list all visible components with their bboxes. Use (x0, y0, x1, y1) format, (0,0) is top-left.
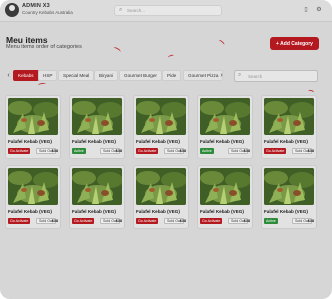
menu-item-card[interactable]: Falafel Kebab (VEG) Go Activate Sold Out $3… (133, 165, 189, 229)
menu-item-card[interactable]: Falafel Kebab (VEG) Active Sold Out $38 (69, 95, 125, 159)
menu-item-title: Falafel Kebab (VEG) (72, 209, 116, 214)
menu-item-image (72, 98, 122, 135)
activate-button[interactable]: Go Activate (136, 148, 159, 154)
menu-item-title: Falafel Kebab (VEG) (72, 139, 116, 144)
tab-gourmet-burger[interactable]: Gourmet Burger (119, 70, 162, 81)
tab-biryani[interactable]: Biryani (94, 70, 119, 81)
search-icon: ⌕ (238, 72, 242, 78)
app-frame: ADMIN X3 Country Kebabs Australia ⌕ Sear… (0, 0, 332, 299)
gear-icon[interactable]: ⚙ (315, 6, 323, 14)
menu-item-title: Falafel Kebab (VEG) (8, 139, 52, 144)
decorative-dash (217, 39, 226, 46)
menu-item-price: $38 (115, 149, 122, 153)
menu-item-card[interactable]: Falafel Kebab (VEG) Go Activate Sold Out $3… (5, 95, 61, 159)
activate-button[interactable]: Go Activate (8, 218, 31, 224)
menu-item-price: $38 (51, 219, 58, 223)
menu-item-image (200, 168, 250, 205)
menu-item-title: Falafel Kebab (VEG) (136, 139, 180, 144)
activate-button[interactable]: Go Activate (264, 148, 287, 154)
menu-item-price: $38 (307, 219, 314, 223)
menu-item-price: $38 (115, 219, 122, 223)
menu-item-card[interactable]: Falafel Kebab (VEG) Active Sold Out $38 (197, 95, 253, 159)
menu-item-price: $38 (307, 149, 314, 153)
active-status-button[interactable]: Active (264, 218, 278, 224)
decorative-dash (167, 54, 175, 59)
menu-item-card[interactable]: Falafel Kebab (VEG) Go Activate Sold Out $3… (69, 165, 125, 229)
page-subtitle: Menu items order of categories (6, 44, 82, 50)
search-placeholder: Search (248, 73, 263, 79)
activate-button[interactable]: Go Activate (72, 218, 95, 224)
add-category-button[interactable]: + Add Category (270, 37, 319, 50)
decorative-dash (112, 46, 122, 54)
menu-item-price: $38 (51, 149, 58, 153)
menu-item-title: Falafel Kebab (VEG) (264, 139, 308, 144)
menu-item-card[interactable]: Falafel Kebab (VEG) Go Activate Sold Out $3… (261, 95, 317, 159)
menu-item-image (200, 98, 250, 135)
top-search-input[interactable]: ⌕ Search... (114, 5, 222, 16)
active-status-button[interactable]: Active (72, 148, 86, 154)
menu-item-card[interactable]: Falafel Kebab (VEG) Go Activate Sold Out $3… (197, 165, 253, 229)
brand-avatar (5, 3, 19, 17)
activate-button[interactable]: Go Activate (136, 218, 159, 224)
brand-subtitle: Country Kebabs Australia (22, 10, 73, 15)
menu-item-image (264, 168, 314, 205)
activate-button[interactable]: Go Activate (8, 148, 31, 154)
menu-item-image (136, 168, 186, 205)
tab-kebabs[interactable]: Kebabs (13, 70, 39, 81)
menu-item-card[interactable]: Falafel Kebab (VEG) Go Activate Sold Out $3… (133, 95, 189, 159)
menu-item-image (8, 98, 58, 135)
chevron-right-icon[interactable]: › (217, 70, 226, 81)
menu-item-title: Falafel Kebab (VEG) (8, 209, 52, 214)
menu-item-card[interactable]: Falafel Kebab (VEG) Active Sold Out $38 (261, 165, 317, 229)
search-icon: ⌕ (119, 7, 123, 13)
top-bar: ADMIN X3 Country Kebabs Australia ⌕ Sear… (0, 0, 332, 22)
menu-item-price: $38 (179, 219, 186, 223)
activate-button[interactable]: Go Activate (200, 218, 223, 224)
bell-icon[interactable]: ▯ (302, 6, 310, 14)
tab-pide[interactable]: Pide (162, 70, 182, 81)
chevron-left-icon[interactable]: ‹ (4, 70, 13, 81)
menu-item-price: $38 (179, 149, 186, 153)
category-tabs: ‹ Kebabs HSP Special Meal Biryani Gourme… (4, 69, 226, 83)
menu-item-image (136, 98, 186, 135)
top-search-placeholder: Search... (127, 8, 146, 13)
menu-item-image (72, 168, 122, 205)
menu-item-title: Falafel Kebab (VEG) (200, 139, 244, 144)
menu-item-price: $38 (243, 219, 250, 223)
menu-item-card[interactable]: Falafel Kebab (VEG) Go Activate Sold Out $3… (5, 165, 61, 229)
decorative-dash (307, 89, 315, 94)
menu-item-image (8, 168, 58, 205)
active-status-button[interactable]: Active (200, 148, 214, 154)
search-input[interactable]: ⌕ Search (234, 70, 318, 82)
menu-item-title: Falafel Kebab (VEG) (136, 209, 180, 214)
menu-item-image (264, 98, 314, 135)
menu-item-title: Falafel Kebab (VEG) (200, 209, 244, 214)
brand-name: ADMIN X3 (22, 3, 50, 9)
tab-hsp[interactable]: HSP (38, 70, 58, 81)
menu-item-title: Falafel Kebab (VEG) (264, 209, 308, 214)
menu-item-price: $38 (243, 149, 250, 153)
tab-special-meal[interactable]: Special Meal (58, 70, 95, 81)
